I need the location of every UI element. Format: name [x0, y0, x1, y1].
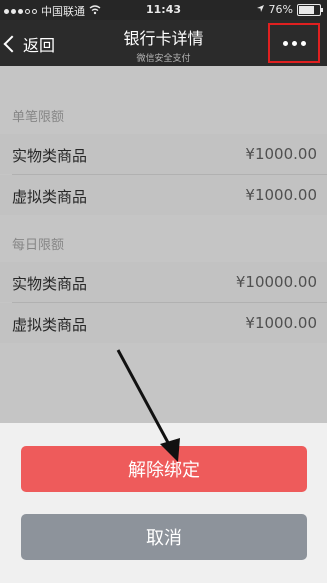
page-subtitle: 微信安全支付 [136, 54, 191, 64]
unbind-card-button[interactable]: 解除绑定 [21, 446, 307, 492]
back-label: 返回 [23, 36, 56, 55]
more-dot-icon [300, 40, 306, 46]
back-button[interactable]: 返回 [3, 32, 56, 56]
more-dot-icon [282, 40, 288, 46]
status-bar: 中国联通 11:43 76% [0, 0, 327, 20]
cancel-button[interactable]: 取消 [21, 514, 307, 560]
battery-icon [297, 3, 323, 16]
nav-bar: 返回 银行卡详情 微信安全支付 [0, 20, 327, 66]
status-right: 76% [256, 3, 323, 16]
page-title: 银行卡详情 [123, 29, 204, 48]
chevron-left-icon [3, 35, 21, 53]
battery-fill [299, 5, 314, 14]
action-sheet: 解除绑定 取消 [0, 423, 327, 583]
battery-percent: 76% [268, 3, 293, 16]
more-options-button[interactable] [268, 23, 320, 63]
title-block: 银行卡详情 微信安全支付 [90, 25, 237, 64]
more-dot-icon [291, 40, 297, 46]
location-icon [256, 3, 265, 16]
